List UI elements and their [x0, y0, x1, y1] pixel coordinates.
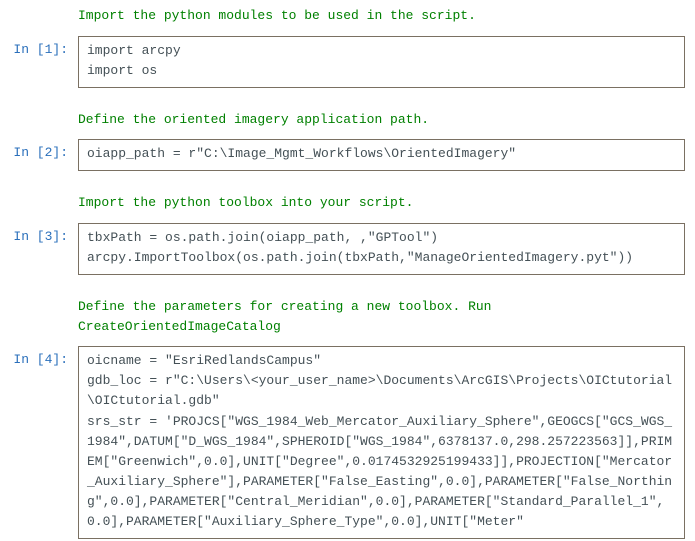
code-input-4[interactable]: oicname = "EsriRedlandsCampus" gdb_loc =… [78, 346, 685, 539]
markdown-cell-4: Define the parameters for creating a new… [0, 291, 695, 344]
prompt-empty [0, 106, 78, 110]
input-prompt-2: In [2]: [0, 139, 78, 163]
markdown-text: Define the parameters for creating a new… [78, 293, 685, 342]
code-cell-3: In [3]: tbxPath = os.path.join(oiapp_pat… [0, 221, 695, 277]
prompt-empty [0, 189, 78, 193]
markdown-text: Import the python toolbox into your scri… [78, 189, 685, 219]
code-cell-1: In [1]: import arcpy import os [0, 34, 695, 90]
prompt-empty [0, 293, 78, 297]
markdown-line-1: Define the parameters for creating a new… [78, 299, 491, 314]
markdown-cell-1: Import the python modules to be used in … [0, 0, 695, 34]
code-cell-2: In [2]: oiapp_path = r"C:\Image_Mgmt_Wor… [0, 137, 695, 173]
markdown-text: Import the python modules to be used in … [78, 2, 685, 32]
input-prompt-3: In [3]: [0, 223, 78, 247]
markdown-line-2: CreateOrientedImageCatalog [78, 319, 281, 334]
markdown-cell-3: Import the python toolbox into your scri… [0, 187, 695, 221]
code-input-2[interactable]: oiapp_path = r"C:\Image_Mgmt_Workflows\O… [78, 139, 685, 171]
markdown-cell-2: Define the oriented imagery application … [0, 104, 695, 138]
input-prompt-1: In [1]: [0, 36, 78, 60]
input-prompt-4: In [4]: [0, 346, 78, 370]
code-cell-4: In [4]: oicname = "EsriRedlandsCampus" g… [0, 344, 695, 541]
prompt-empty [0, 2, 78, 6]
code-input-3[interactable]: tbxPath = os.path.join(oiapp_path, ,"GPT… [78, 223, 685, 275]
code-input-1[interactable]: import arcpy import os [78, 36, 685, 88]
markdown-text: Define the oriented imagery application … [78, 106, 685, 136]
